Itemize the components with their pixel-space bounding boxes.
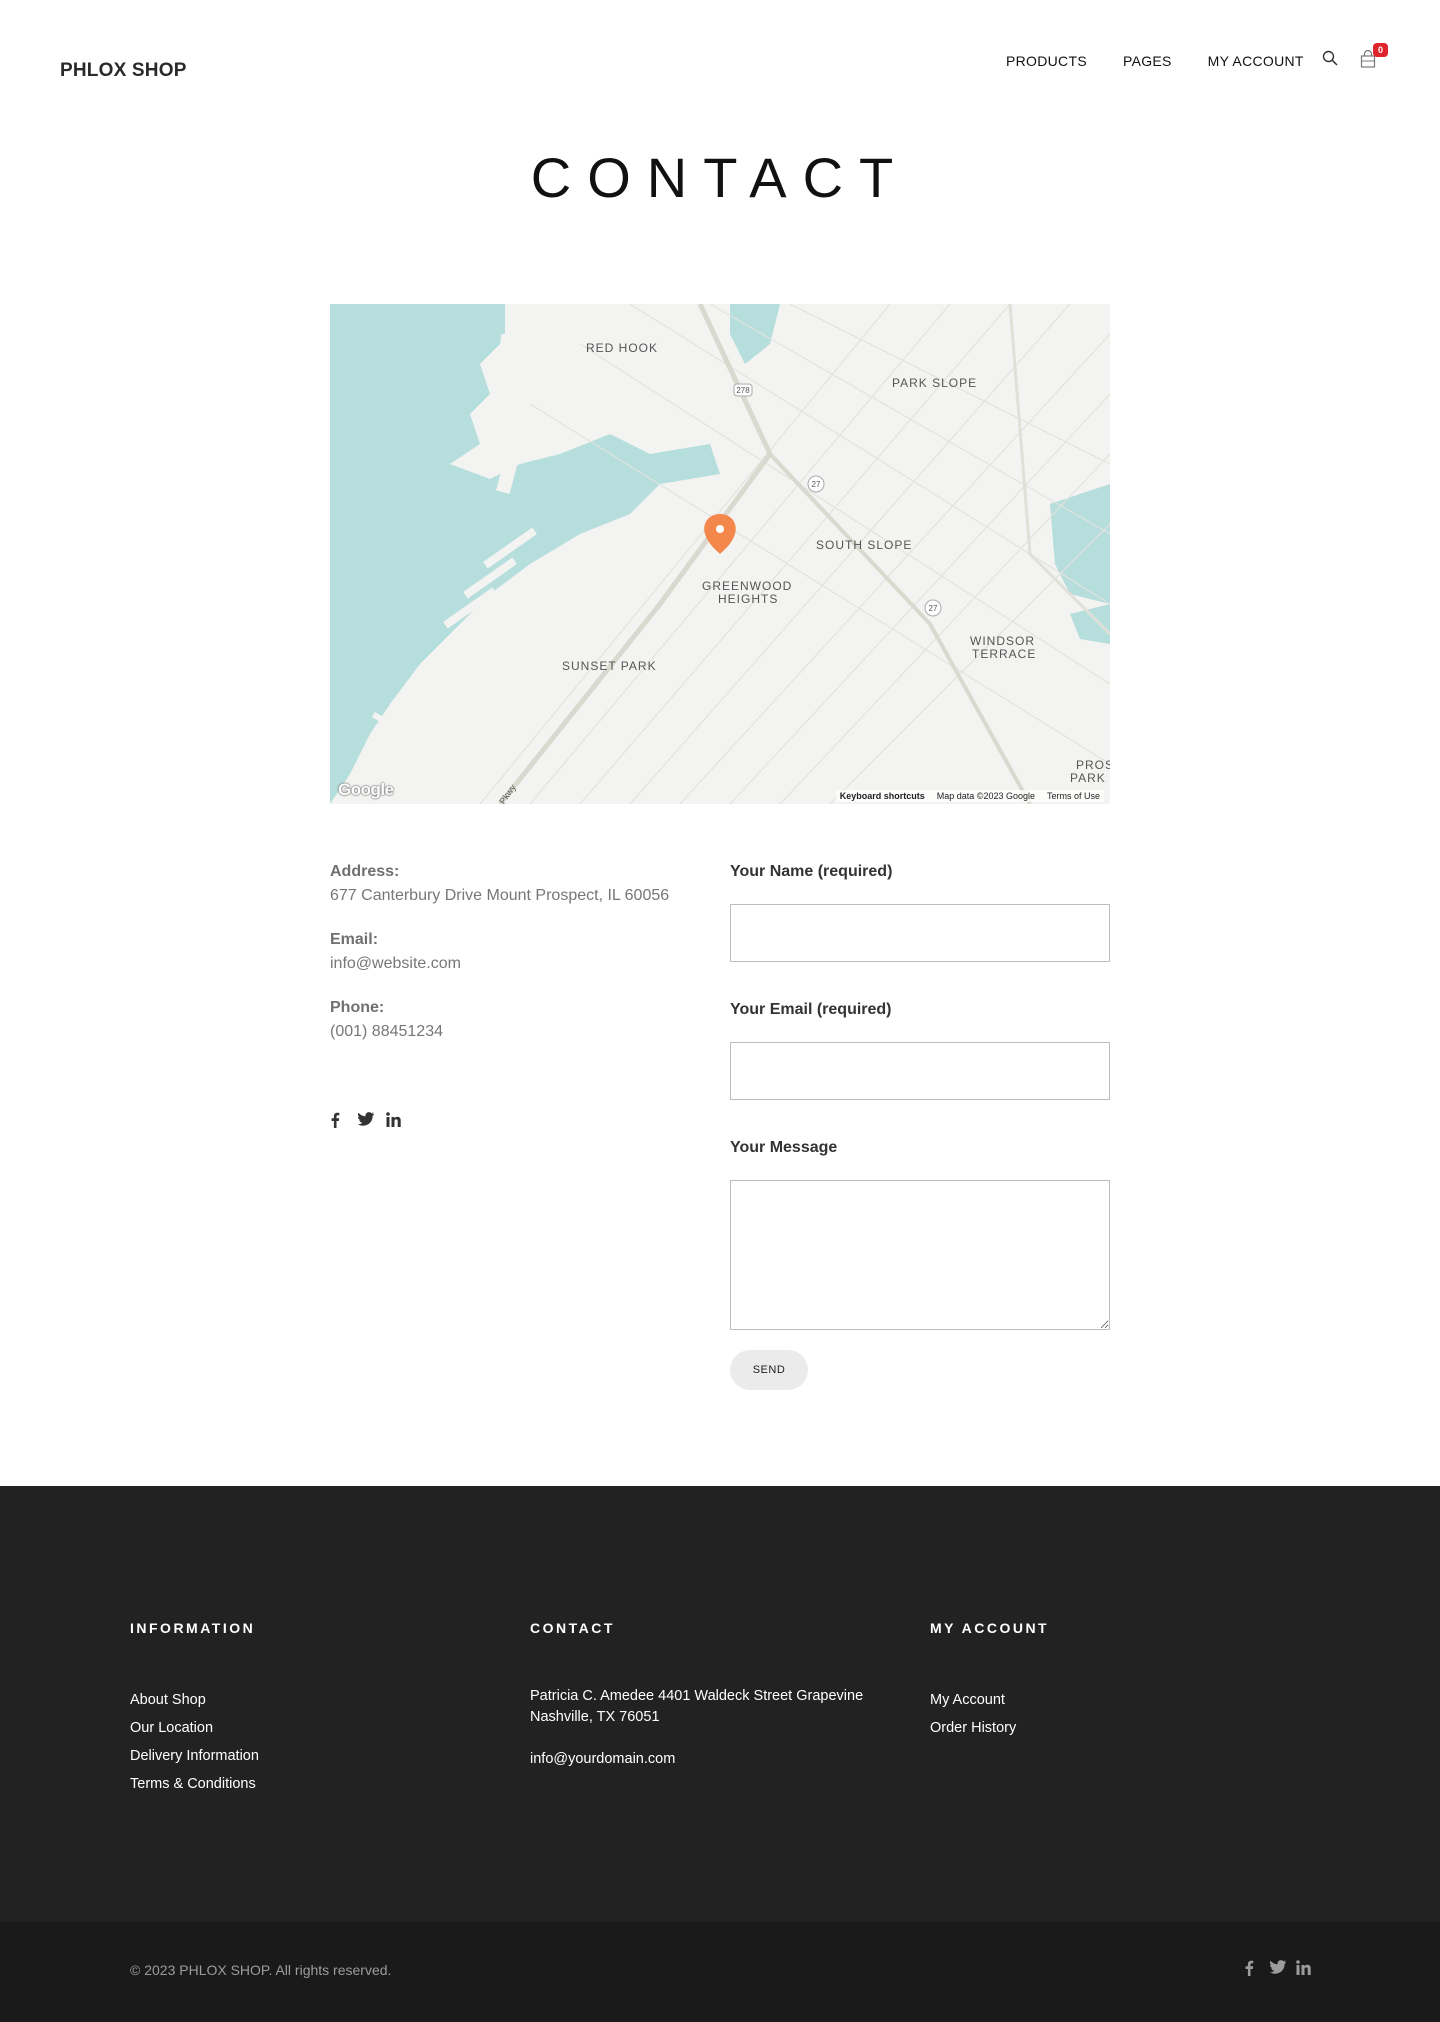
footer-social-links bbox=[1244, 1960, 1312, 1976]
email-field-label: Your Email (required) bbox=[730, 1001, 892, 1018]
name-input[interactable] bbox=[730, 904, 1110, 962]
map-attribution: Keyboard shortcuts Map data ©2023 Google… bbox=[835, 790, 1104, 802]
contact-info: Address: 677 Canterbury Drive Mount Pros… bbox=[330, 860, 710, 1064]
map-data-text: Map data ©2023 Google bbox=[936, 791, 1035, 801]
map-label-sunset-park: SUNSET PARK bbox=[562, 659, 657, 673]
twitter-icon[interactable] bbox=[358, 1112, 374, 1128]
footer-link-terms-conditions[interactable]: Terms & Conditions bbox=[130, 1770, 259, 1798]
map-label-red-hook: RED HOOK bbox=[586, 341, 658, 355]
copyright-text: © 2023 PHLOX SHOP. All rights reserved. bbox=[130, 1962, 392, 1978]
footer-link-our-location[interactable]: Our Location bbox=[130, 1714, 259, 1742]
map-label-park-slope: PARK SLOPE bbox=[892, 376, 977, 390]
map-label-prospect-park: PARK bbox=[1070, 771, 1106, 785]
footer-information-column: INFORMATION About Shop Our Location Deli… bbox=[130, 1620, 259, 1798]
site-footer: INFORMATION About Shop Our Location Deli… bbox=[0, 1486, 1440, 1922]
map-label-windsor: WINDSOR bbox=[970, 634, 1035, 648]
address-block: Address: 677 Canterbury Drive Mount Pros… bbox=[330, 860, 710, 908]
facebook-icon[interactable] bbox=[330, 1112, 346, 1128]
footer-link-about-shop[interactable]: About Shop bbox=[130, 1686, 259, 1714]
footer-account-title: MY ACCOUNT bbox=[930, 1620, 1050, 1636]
phone-value: (001) 88451234 bbox=[330, 1023, 443, 1040]
message-textarea[interactable] bbox=[730, 1180, 1110, 1330]
footer-link-delivery-information[interactable]: Delivery Information bbox=[130, 1742, 259, 1770]
message-field-group: Your Message bbox=[730, 1136, 1110, 1330]
cart-count-badge: 0 bbox=[1373, 43, 1388, 57]
footer-bottom-bar: © 2023 PHLOX SHOP. All rights reserved. bbox=[0, 1922, 1440, 2022]
phone-block: Phone: (001) 88451234 bbox=[330, 996, 710, 1044]
route-27-shield-2: 27 bbox=[929, 604, 938, 613]
map-label-south-slope: SOUTH SLOPE bbox=[816, 538, 912, 552]
footer-link-order-history[interactable]: Order History bbox=[930, 1714, 1049, 1742]
terms-of-use-link[interactable]: Terms of Use bbox=[1047, 791, 1100, 801]
site-logo[interactable]: PHLOX SHOP bbox=[60, 60, 187, 82]
email-label: Email: bbox=[330, 931, 379, 948]
footer-contact-column: CONTACT Patricia C. Amedee 4401 Waldeck … bbox=[530, 1620, 910, 1770]
name-label: Your Name (required) bbox=[730, 863, 893, 880]
email-block: Email: info@website.com bbox=[330, 928, 710, 976]
route-278-shield: 278 bbox=[736, 386, 750, 395]
map-label-prospect: PROS bbox=[1076, 758, 1110, 772]
google-logo: Google bbox=[338, 780, 394, 799]
route-27-shield: 27 bbox=[812, 480, 821, 489]
main-nav: PRODUCTS PAGES MY ACCOUNT bbox=[1006, 53, 1340, 69]
footer-information-title: INFORMATION bbox=[130, 1620, 256, 1636]
linkedin-icon[interactable] bbox=[386, 1112, 402, 1128]
search-icon[interactable] bbox=[1322, 50, 1338, 71]
address-label: Address: bbox=[330, 863, 400, 880]
contact-social-links bbox=[330, 1112, 402, 1128]
footer-account-column: MY ACCOUNT My Account Order History bbox=[930, 1620, 1049, 1742]
footer-linkedin-icon[interactable] bbox=[1296, 1960, 1312, 1976]
message-label: Your Message bbox=[730, 1139, 838, 1156]
footer-contact-address: Patricia C. Amedee 4401 Waldeck Street G… bbox=[530, 1688, 864, 1725]
footer-contact-email[interactable]: info@yourdomain.com bbox=[530, 1749, 910, 1770]
map-label-greenwood: GREENWOOD bbox=[702, 579, 792, 593]
send-button[interactable]: SEND bbox=[730, 1350, 808, 1390]
map-canvas: RED HOOK PARK SLOPE SOUTH SLOPE GREENWOO… bbox=[330, 304, 1110, 804]
page-title: CONTACT bbox=[530, 146, 910, 209]
nav-item-products[interactable]: PRODUCTS bbox=[1006, 53, 1087, 69]
footer-facebook-icon[interactable] bbox=[1244, 1960, 1260, 1976]
name-field-group: Your Name (required) bbox=[730, 860, 1110, 962]
nav-item-my-account[interactable]: MY ACCOUNT bbox=[1208, 53, 1304, 69]
address-value: 677 Canterbury Drive Mount Prospect, IL … bbox=[330, 887, 670, 904]
location-map[interactable]: RED HOOK PARK SLOPE SOUTH SLOPE GREENWOO… bbox=[330, 304, 1110, 804]
email-input[interactable] bbox=[730, 1042, 1110, 1100]
map-label-greenwood-heights: HEIGHTS bbox=[718, 592, 778, 606]
site-header: PHLOX SHOP PRODUCTS PAGES MY ACCOUNT 0 bbox=[0, 0, 1440, 130]
contact-form: Your Name (required) Your Email (require… bbox=[730, 860, 1110, 1390]
nav-item-pages[interactable]: PAGES bbox=[1123, 53, 1172, 69]
email-field-group: Your Email (required) bbox=[730, 998, 1110, 1100]
map-label-windsor-terrace: TERRACE bbox=[972, 647, 1036, 661]
email-value[interactable]: info@website.com bbox=[330, 952, 710, 976]
keyboard-shortcuts-link[interactable]: Keyboard shortcuts bbox=[840, 791, 925, 801]
footer-link-my-account[interactable]: My Account bbox=[930, 1686, 1049, 1714]
footer-contact-title: CONTACT bbox=[530, 1620, 615, 1636]
footer-twitter-icon[interactable] bbox=[1270, 1960, 1286, 1976]
phone-label: Phone: bbox=[330, 999, 385, 1016]
